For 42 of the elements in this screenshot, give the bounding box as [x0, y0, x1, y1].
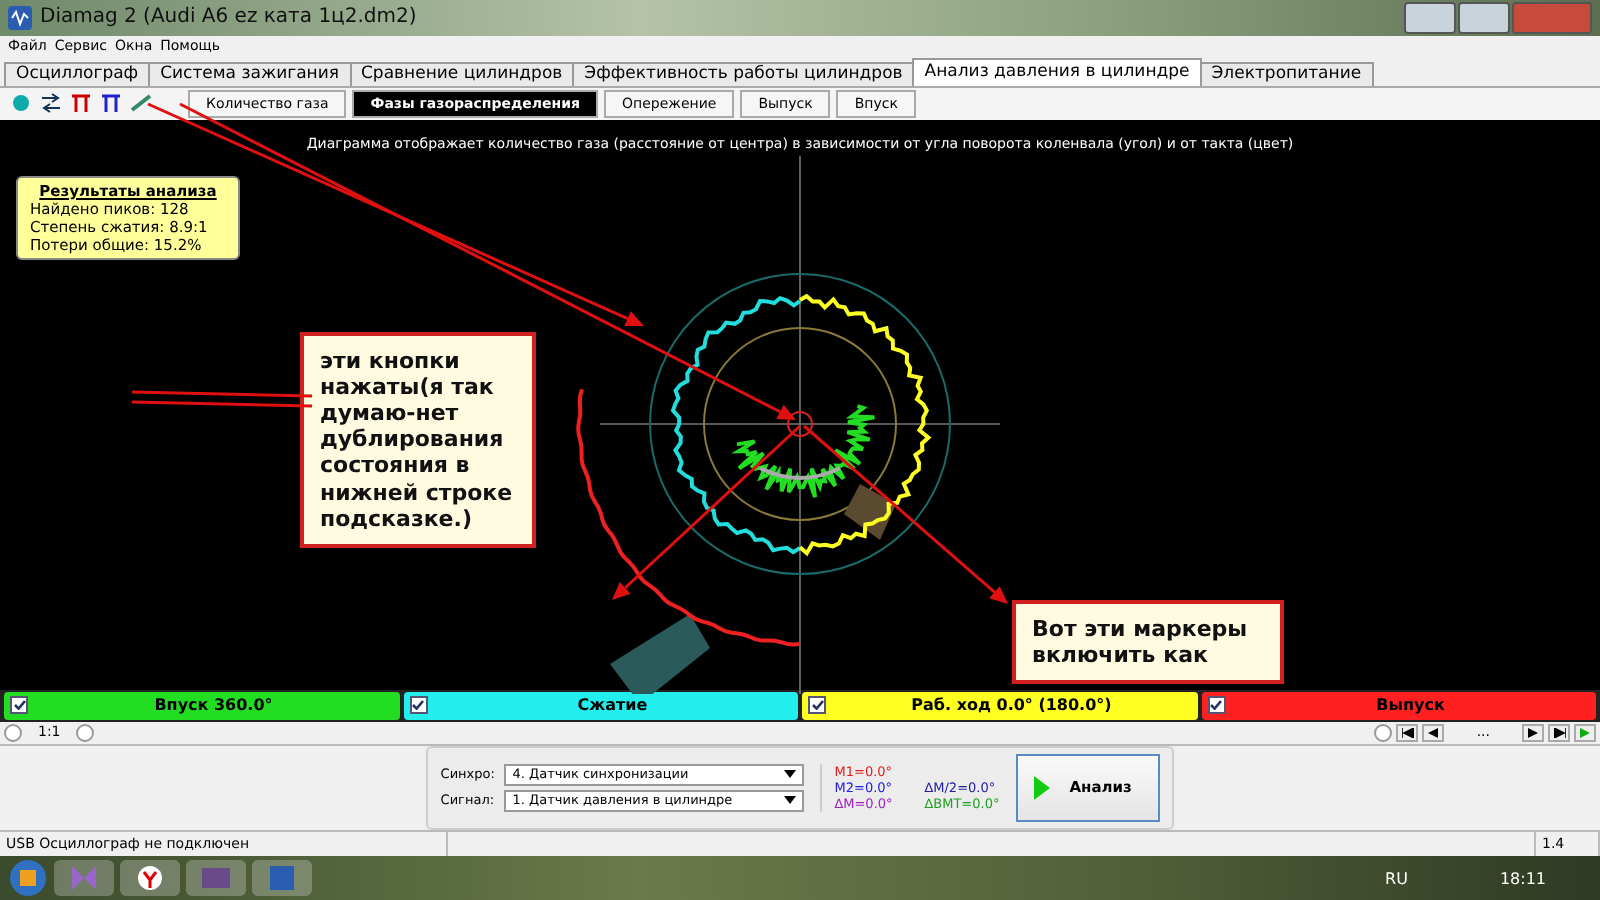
checkbox[interactable]	[808, 696, 826, 715]
next-button[interactable]	[1522, 723, 1544, 742]
clock[interactable]: 18:11	[1499, 869, 1546, 888]
phase-label: Впуск 360.0°	[152, 696, 275, 715]
marker-icon[interactable]	[68, 91, 92, 116]
zoom-in-icon[interactable]	[76, 723, 95, 742]
zoom-in-icon[interactable]	[1374, 723, 1393, 742]
maximize-button[interactable]	[1458, 1, 1510, 34]
minimize-button[interactable]	[1404, 1, 1456, 34]
tab[interactable]: Электропитание	[1199, 61, 1374, 86]
annotation-note: эти кнопки нажаты(я так думаю-нет дублирования состояния в нижней строке подсказке.)	[300, 331, 536, 548]
language-indicator[interactable]: RU	[1385, 869, 1408, 888]
phase-label: Выпуск	[1374, 696, 1447, 715]
annotation-note: Вот эти маркеры включить как	[1012, 599, 1284, 685]
checkbox[interactable]	[1207, 696, 1225, 715]
window-title: Diamag 2 (Audi A6 ez ката 1ц2.dm2)	[40, 6, 417, 29]
phase-label: Раб. ход 0.0° (180.0°)	[909, 696, 1114, 715]
tab[interactable]: Осциллограф	[4, 61, 151, 86]
tab[interactable]: Анализ давления в цилиндре	[912, 57, 1202, 86]
check-icon	[1210, 700, 1222, 711]
transfer-icon[interactable]	[38, 91, 62, 116]
checkbox[interactable]	[10, 696, 28, 715]
prev-button[interactable]	[1422, 723, 1445, 742]
phase-label: Сжатие	[575, 696, 650, 715]
marker-icon[interactable]	[98, 91, 122, 116]
first-button[interactable]	[1396, 723, 1419, 742]
last-button[interactable]	[1548, 723, 1570, 742]
tab[interactable]: Сравнение цилиндров	[349, 61, 575, 86]
taskbar-app-icon[interactable]	[120, 860, 180, 897]
caret-icon	[784, 796, 797, 805]
tab[interactable]: Эффективность работы цилиндров	[572, 61, 915, 86]
app-icon	[8, 5, 32, 30]
check-icon	[13, 700, 25, 711]
zoom-out-icon[interactable]	[4, 723, 22, 742]
tab[interactable]: Система зажигания	[148, 61, 351, 86]
play-icon	[1033, 775, 1050, 800]
start-icon[interactable]	[8, 858, 48, 899]
check-icon	[811, 700, 823, 711]
check-icon	[412, 700, 424, 711]
checkbox[interactable]	[409, 696, 427, 715]
ruler-icon[interactable]	[128, 91, 152, 116]
caret-icon	[784, 770, 797, 779]
